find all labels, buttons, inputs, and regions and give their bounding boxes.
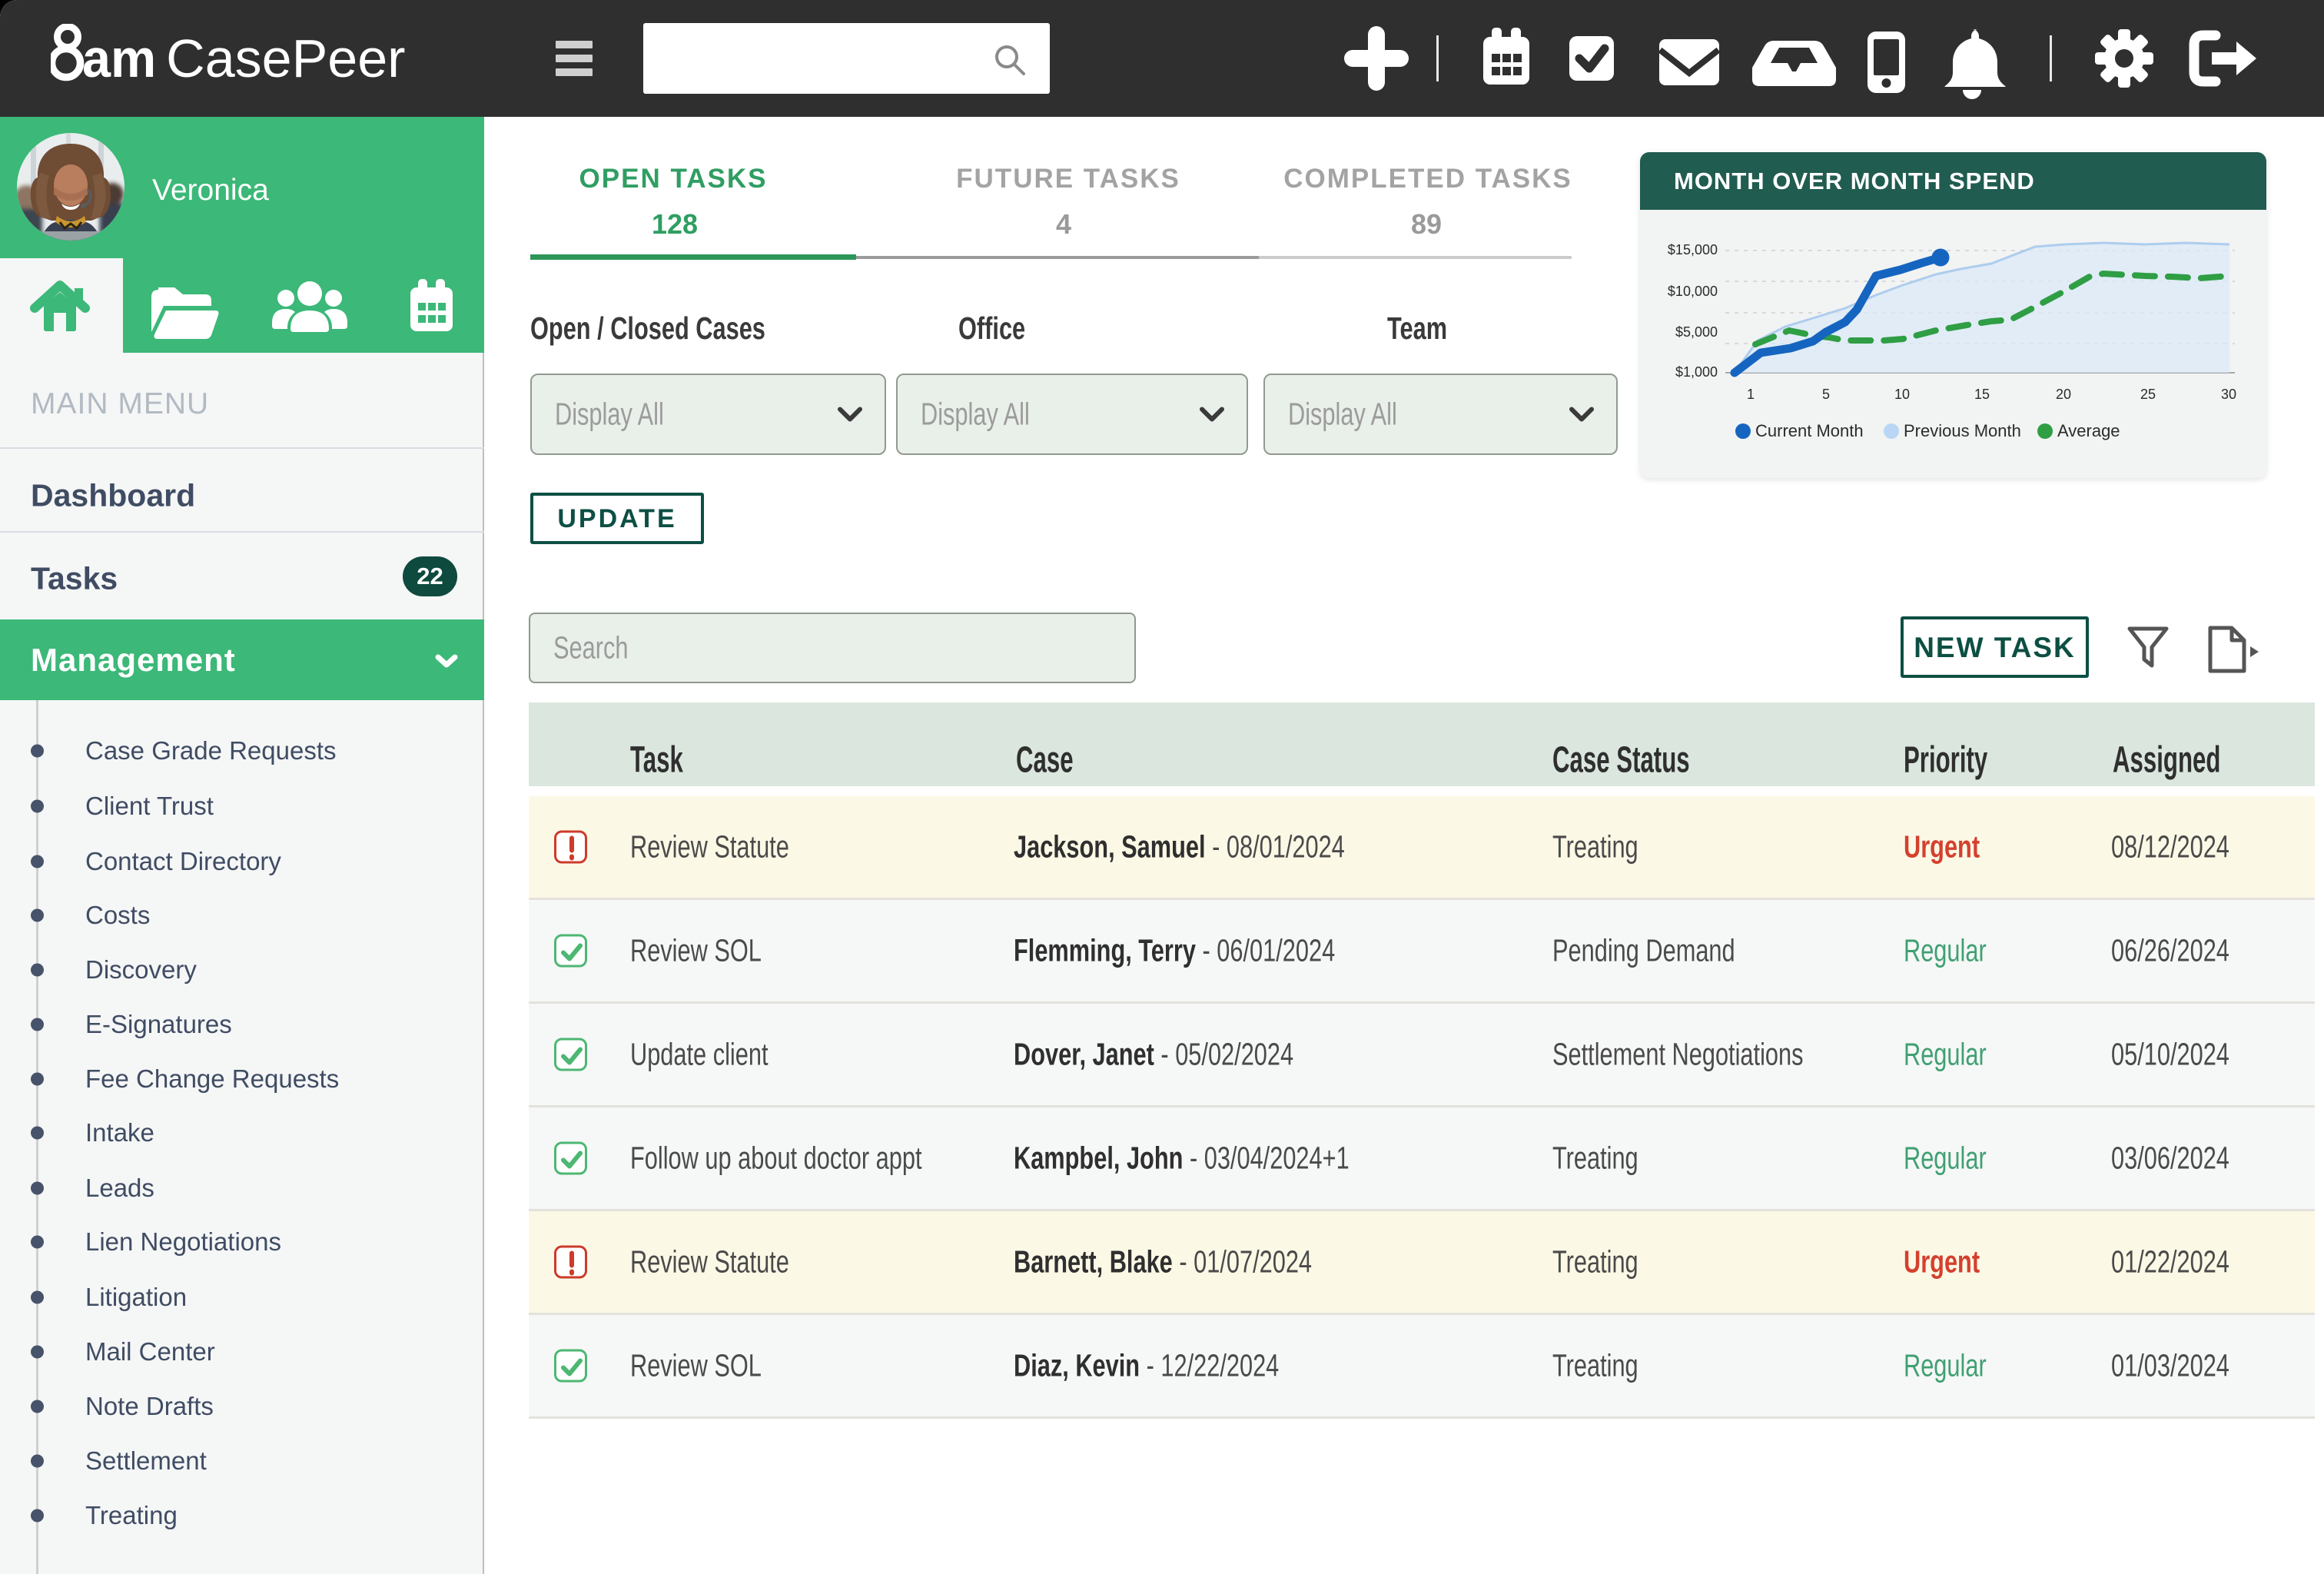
svg-text:15: 15 — [1974, 387, 1990, 402]
svg-text:Average: Average — [2057, 421, 2120, 440]
svg-text:$10,000: $10,000 — [1668, 284, 1718, 299]
svg-text:5: 5 — [1822, 387, 1830, 402]
svg-text:1: 1 — [1747, 387, 1755, 402]
svg-text:20: 20 — [2056, 387, 2071, 402]
svg-text:Previous Month: Previous Month — [1904, 421, 2021, 440]
svg-text:Current Month: Current Month — [1755, 421, 1864, 440]
svg-text:10: 10 — [1894, 387, 1910, 402]
svg-text:30: 30 — [2221, 387, 2236, 402]
svg-text:$5,000: $5,000 — [1675, 324, 1718, 340]
svg-text:$1,000: $1,000 — [1675, 364, 1718, 380]
svg-text:25: 25 — [2140, 387, 2156, 402]
svg-text:$15,000: $15,000 — [1668, 242, 1718, 257]
